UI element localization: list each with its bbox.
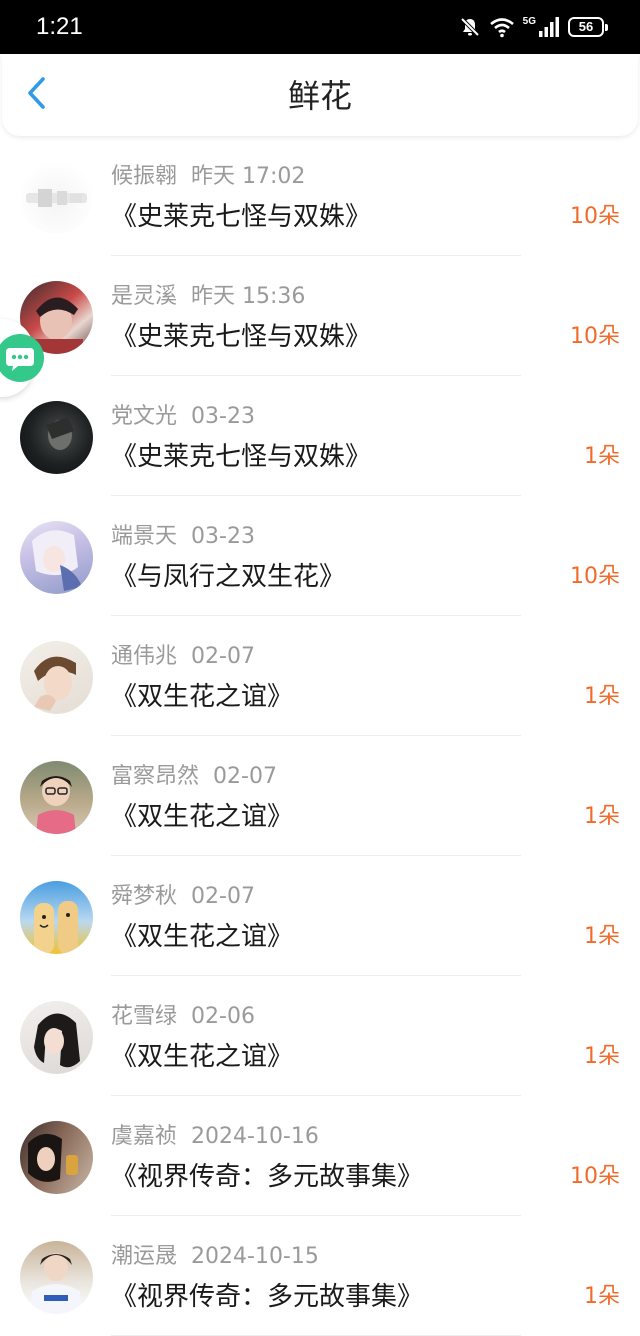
network-type: 5G [522,15,536,27]
flower-count: 1朵 [584,804,620,829]
sender-name: 党文光 [111,404,178,429]
user-name: 通伟兆 02-07 [111,642,255,672]
book-title[interactable]: 《双生花之谊》 [111,920,293,954]
avatar[interactable] [20,401,93,474]
avatar[interactable] [20,1241,93,1314]
signal-icon [538,17,560,37]
user-name: 花雪绿 02-06 [111,1002,255,1032]
list-item[interactable]: 是灵溪 昨天 15:36 《史莱克七怪与双姝》 10朵 [0,256,640,376]
user-name: 富察昂然 02-07 [111,762,277,792]
book-title[interactable]: 《双生花之谊》 [111,1040,293,1074]
book-title[interactable]: 《视界传奇：多元故事集》 [111,1160,423,1194]
post-time: 02-07 [213,764,277,789]
list-item[interactable]: 候振翱 昨天 17:02 《史莱克七怪与双姝》 10朵 [0,136,640,256]
list-item[interactable]: 潮运晟 2024-10-15 《视界传奇：多元故事集》 1朵 [0,1216,640,1336]
list-item[interactable]: 通伟兆 02-07 《双生花之谊》 1朵 [0,616,640,736]
avatar[interactable] [20,1001,93,1074]
status-time: 1:21 [36,13,83,40]
chat-bubble-icon [6,348,34,371]
list-item[interactable]: 花雪绿 02-06 《双生花之谊》 1朵 [0,976,640,1096]
post-time: 2024-10-16 [191,1124,319,1149]
post-time: 昨天 17:02 [191,164,306,189]
post-time: 03-23 [191,524,255,549]
post-time: 02-07 [191,644,255,669]
user-name: 党文光 03-23 [111,402,255,432]
avatar[interactable] [20,161,93,234]
flower-count: 1朵 [584,924,620,949]
flower-count: 1朵 [584,684,620,709]
avatar[interactable] [20,1121,93,1194]
list-item[interactable]: 富察昂然 02-07 《双生花之谊》 1朵 [0,736,640,856]
sender-name: 端景天 [111,524,178,549]
post-time: 02-07 [191,884,255,909]
book-title[interactable]: 《史莱克七怪与双姝》 [111,200,371,234]
sender-name: 花雪绿 [111,1004,178,1029]
sender-name: 富察昂然 [111,764,200,789]
list-item[interactable]: 虞嘉祯 2024-10-16 《视界传奇：多元故事集》 10朵 [0,1096,640,1216]
flower-count: 10朵 [570,564,620,589]
flower-count: 10朵 [570,1164,620,1189]
book-title[interactable]: 《双生花之谊》 [111,800,293,834]
sender-name: 潮运晟 [111,1244,178,1269]
user-name: 虞嘉祯 2024-10-16 [111,1122,319,1152]
flower-count: 1朵 [584,1044,620,1069]
list-item[interactable]: 党文光 03-23 《史莱克七怪与双姝》 1朵 [0,376,640,496]
post-time: 02-06 [191,1004,255,1029]
status-bar: 1:21 5G 56 [0,0,640,54]
post-time: 昨天 15:36 [191,284,306,309]
book-title[interactable]: 《史莱克七怪与双姝》 [111,440,371,474]
post-time: 03-23 [191,404,255,429]
flower-count: 1朵 [584,444,620,469]
avatar[interactable] [20,641,93,714]
book-title[interactable]: 《视界传奇：多元故事集》 [111,1280,423,1314]
avatar[interactable] [20,521,93,594]
sender-name: 是灵溪 [111,284,178,309]
status-icons: 5G 56 [459,14,608,40]
user-name: 舜梦秋 02-07 [111,882,255,912]
sender-name: 舜梦秋 [111,884,178,909]
book-title[interactable]: 《双生花之谊》 [111,680,293,714]
battery-indicator: 56 [568,17,608,37]
book-title[interactable]: 《史莱克七怪与双姝》 [111,320,371,354]
page-title: 鲜花 [287,77,352,115]
header: 鲜花 [2,54,638,136]
sender-name: 候振翱 [111,164,178,189]
flower-count: 10朵 [570,204,620,229]
user-name: 潮运晟 2024-10-15 [111,1242,319,1272]
list-item[interactable]: 端景天 03-23 《与凤行之双生花》 10朵 [0,496,640,616]
book-title[interactable]: 《与凤行之双生花》 [111,560,345,594]
avatar[interactable] [20,761,93,834]
user-name: 是灵溪 昨天 15:36 [111,282,305,312]
bell-muted-icon [459,16,481,38]
user-name: 候振翱 昨天 17:02 [111,162,305,192]
flower-count: 10朵 [570,324,620,349]
list-item[interactable]: 舜梦秋 02-07 《双生花之谊》 1朵 [0,856,640,976]
flower-count: 1朵 [584,1284,620,1309]
sender-name: 虞嘉祯 [111,1124,178,1149]
post-time: 2024-10-15 [191,1244,319,1269]
avatar[interactable] [20,881,93,954]
wifi-icon [489,16,515,38]
flower-gift-list: 候振翱 昨天 17:02 《史莱克七怪与双姝》 10朵 是灵溪 昨天 15:36 《… [0,136,640,1336]
sender-name: 通伟兆 [111,644,178,669]
user-name: 端景天 03-23 [111,522,255,552]
